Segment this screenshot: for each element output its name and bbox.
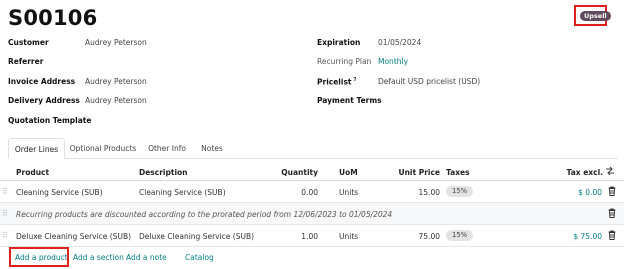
line-note[interactable]: Recurring products are discounted accord… — [16, 210, 392, 219]
line-unit-price[interactable]: 15.00 — [390, 188, 440, 197]
line-description[interactable]: Deluxe Cleaning Service (SUB) — [139, 232, 254, 241]
column-header-quantity[interactable]: Quantity — [268, 168, 318, 177]
tab-optional-products[interactable]: Optional Products — [66, 138, 140, 159]
line-description[interactable]: Cleaning Service (SUB) — [139, 188, 226, 197]
add-section-link[interactable]: Add a section — [73, 253, 124, 262]
line-subtotal: $ 0.00 — [578, 188, 602, 197]
drag-handle-icon[interactable]: ⠿ — [2, 231, 8, 240]
payment-terms-label: Payment Terms — [317, 96, 382, 105]
customer-label: Customer — [8, 38, 49, 47]
expiration-label: Expiration — [317, 38, 361, 47]
column-header-taxes[interactable]: Taxes — [446, 168, 470, 177]
recurring-plan-field[interactable]: Monthly — [378, 57, 408, 66]
line-uom[interactable]: Units — [339, 232, 358, 241]
pricelist-label-text: Pricelist — [317, 77, 352, 87]
column-header-unit-price[interactable]: Unit Price — [390, 168, 441, 177]
line-product[interactable]: Cleaning Service (SUB) — [16, 188, 103, 197]
tab-notes[interactable]: Notes — [194, 138, 230, 159]
tax-badge[interactable]: 15% — [446, 186, 474, 197]
column-header-description[interactable]: Description — [139, 168, 188, 177]
optional-columns-icon[interactable] — [605, 166, 615, 176]
table-row[interactable]: ⠿ Deluxe Cleaning Service (SUB) Deluxe C… — [0, 225, 624, 247]
tax-badge[interactable]: 15% — [446, 230, 474, 241]
delivery-address-label: Delivery Address — [8, 96, 80, 105]
invoice-address-label: Invoice Address — [8, 77, 76, 86]
customer-field[interactable]: Audrey Peterson — [85, 38, 147, 47]
trash-icon[interactable] — [608, 186, 616, 196]
referrer-label: Referrer — [8, 57, 44, 66]
expiration-field[interactable]: 01/05/2024 — [378, 38, 421, 47]
quotation-template-field[interactable] — [110, 116, 270, 126]
catalog-link[interactable]: Catalog — [185, 253, 214, 262]
status-badge-upsell[interactable]: Upsell — [580, 10, 611, 21]
column-header-uom[interactable]: UoM — [339, 168, 358, 177]
table-row-note[interactable]: ⠿ Recurring products are discounted acco… — [0, 203, 624, 225]
add-note-link[interactable]: Add a note — [126, 253, 167, 262]
referrer-field[interactable] — [85, 57, 265, 67]
tab-order-lines[interactable]: Order Lines — [8, 138, 65, 159]
pricelist-field[interactable]: Default USD pricelist (USD) — [378, 77, 480, 86]
column-header-tax-excl[interactable]: Tax excl. — [550, 168, 603, 177]
line-uom[interactable]: Units — [339, 188, 358, 197]
line-quantity[interactable]: 0.00 — [268, 188, 318, 197]
line-unit-price[interactable]: 75.00 — [390, 232, 440, 241]
highlight-box-upsell: Upsell — [574, 5, 611, 26]
page-title: S00106 — [8, 6, 98, 30]
line-product[interactable]: Deluxe Cleaning Service (SUB) — [16, 232, 131, 241]
invoice-address-field[interactable]: Audrey Peterson — [85, 77, 147, 86]
add-product-link[interactable]: Add a product — [15, 253, 68, 262]
recurring-plan-label: Recurring Plan — [317, 57, 372, 66]
drag-handle-icon[interactable]: ⠿ — [2, 187, 8, 196]
trash-icon[interactable] — [608, 230, 616, 240]
pricelist-label: Pricelist? — [317, 77, 356, 87]
tab-other-info[interactable]: Other Info — [142, 138, 192, 159]
table-row[interactable]: ⠿ Cleaning Service (SUB) Cleaning Servic… — [0, 181, 624, 203]
drag-handle-icon[interactable]: ⠿ — [2, 209, 8, 218]
column-header-product[interactable]: Product — [16, 168, 49, 177]
quotation-template-label: Quotation Template — [8, 116, 92, 125]
delivery-address-field[interactable]: Audrey Peterson — [85, 96, 147, 105]
payment-terms-field[interactable] — [378, 96, 578, 106]
trash-icon[interactable] — [608, 208, 616, 218]
line-quantity[interactable]: 1.00 — [268, 232, 318, 241]
help-icon[interactable]: ? — [354, 77, 357, 83]
line-subtotal: $ 75.00 — [573, 232, 602, 241]
